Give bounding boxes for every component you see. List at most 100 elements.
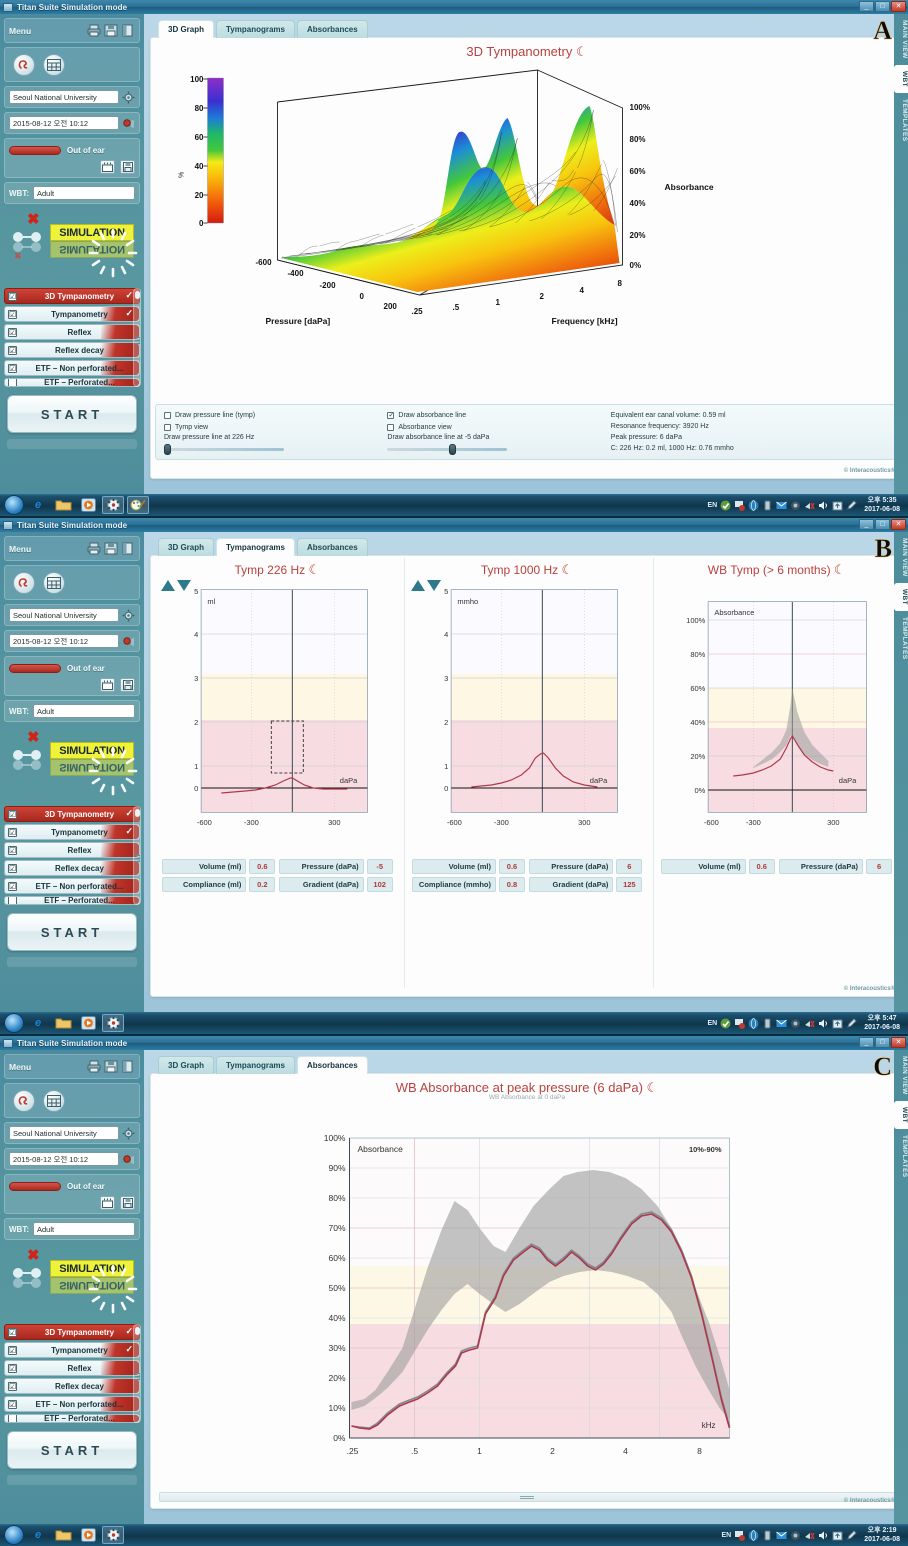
test-item-reflex[interactable]: ☑ Reflex [4,842,140,858]
window-controls[interactable]: _ □ ✕ [859,1,906,12]
print-icon[interactable] [87,24,101,37]
titan-suite-icon[interactable] [102,1526,124,1544]
exit-icon[interactable] [121,24,135,37]
ear-probe-icon[interactable] [13,1090,35,1112]
ie-icon[interactable]: e [27,496,49,514]
usb-icon[interactable] [762,1530,773,1541]
test-item-etf-perforated[interactable]: ETF – Perforated... [4,378,140,387]
slider-track[interactable] [387,448,508,451]
close-button[interactable]: ✕ [891,1,906,12]
mail-icon[interactable] [776,500,787,511]
wbt-select[interactable]: Adult [33,1222,135,1236]
record-icon[interactable] [122,635,135,648]
arrow-down-icon[interactable] [426,580,441,591]
gear-icon[interactable] [122,609,135,622]
horizontal-scrollbar[interactable] [159,1492,895,1502]
start-orb-icon[interactable] [4,1525,24,1545]
eject-disabled-icon[interactable] [804,1530,815,1541]
volume-icon[interactable] [818,1018,829,1029]
datetime-select[interactable]: 2015-08-12 오전 10:12 [9,116,119,130]
tab-tympanograms[interactable]: Tympanograms [216,538,295,556]
wbt-select[interactable]: Adult [33,704,135,718]
pen-icon[interactable] [846,1017,857,1029]
ie-icon[interactable]: e [27,1526,49,1544]
save-icon[interactable] [104,1060,118,1073]
add-session-button[interactable] [100,1196,115,1210]
maximize-button[interactable]: □ [875,1037,890,1048]
checkbox[interactable]: ☑ [8,809,17,819]
slider-knob[interactable] [449,444,457,455]
paint-icon[interactable] [127,496,149,514]
security-icon[interactable] [720,500,731,511]
network-icon[interactable] [748,1529,759,1541]
tab-3d-graph[interactable]: 3D Graph [158,1056,215,1074]
explorer-icon[interactable] [52,1526,74,1544]
slider-knob[interactable] [164,444,171,455]
checkbox[interactable]: ☑ [8,1327,17,1337]
minimize-button[interactable]: _ [859,1,874,12]
save-session-button[interactable] [120,1196,135,1210]
draw-pressure-line-row[interactable]: Draw pressure line (tymp) [164,410,387,421]
explorer-icon[interactable] [52,496,74,514]
checkbox[interactable]: ☑ [8,1345,17,1355]
tab-tympanograms[interactable]: Tympanograms [216,1056,295,1074]
flag-icon[interactable] [734,500,746,511]
network-icon[interactable] [748,499,759,511]
pen-icon[interactable] [846,499,857,511]
minimize-button[interactable]: _ [859,519,874,530]
clinic-select[interactable]: Seoul National University [9,1126,119,1140]
checkbox[interactable]: ☑ [8,1381,17,1391]
arrow-up-icon[interactable] [410,580,425,591]
checkbox[interactable] [8,1415,17,1422]
pen-icon[interactable] [846,1529,857,1541]
camera-icon[interactable] [790,500,801,511]
ear-probe-icon[interactable] [13,572,35,594]
absorbance-view-row[interactable]: Absorbance view [387,422,610,433]
vtab-wbt[interactable]: WBT [894,64,908,93]
gear-icon[interactable] [122,1127,135,1140]
media-player-icon[interactable] [77,496,99,514]
window-controls[interactable]: _ □ ✕ [859,519,906,530]
tab-tympanograms[interactable]: Tympanograms [216,20,295,38]
language-indicator[interactable]: EN [707,1020,717,1027]
add-session-button[interactable] [100,678,115,692]
clinic-select[interactable]: Seoul National University [9,608,119,622]
start-orb-icon[interactable] [4,495,24,515]
vtab-templates[interactable]: TEMPLATES [894,93,908,147]
scroll-grip[interactable] [520,1496,534,1499]
test-item-etf-non-perforated[interactable]: ☑ ETF – Non perforated... [4,878,140,894]
checkbox[interactable]: ☑ [8,363,17,373]
media-player-icon[interactable] [77,1014,99,1032]
language-indicator[interactable]: EN [707,502,717,509]
camera-icon[interactable] [790,1530,801,1541]
save-session-button[interactable] [120,160,135,174]
test-item-reflex-decay[interactable]: ☑ Reflex decay [4,860,140,876]
grid-icon[interactable] [43,1090,65,1112]
usb-icon[interactable] [762,1018,773,1029]
language-indicator[interactable]: EN [721,1532,731,1539]
media-player-icon[interactable] [77,1526,99,1544]
wbt-select[interactable]: Adult [33,186,135,200]
test-item-etf-perforated[interactable]: ETF – Perforated... [4,896,140,905]
explorer-icon[interactable] [52,1014,74,1032]
clock-b[interactable]: 오후 5:47 2017-06-08 [860,1014,900,1032]
checkbox[interactable]: ☑ [8,827,17,837]
window-controls[interactable]: _ □ ✕ [859,1037,906,1048]
eject-disabled-icon[interactable] [804,1018,815,1029]
test-item-tympanometry[interactable]: ☑ Tympanometry ✓ [4,1342,140,1358]
test-item-etf-non-perforated[interactable]: ☑ ETF – Non perforated... [4,1396,140,1412]
checkbox[interactable]: ✓ [387,412,395,419]
test-item-tympanometry[interactable]: ☑ Tympanometry ✓ [4,306,140,322]
slider-track[interactable] [164,448,284,451]
checkbox[interactable] [8,897,17,904]
start-button[interactable]: START [7,913,137,951]
checkbox[interactable] [164,424,171,431]
test-item-reflex[interactable]: ☑ Reflex [4,1360,140,1376]
menu-label[interactable]: Menu [9,544,84,554]
tymp-226-arrows[interactable] [161,580,191,591]
save-icon[interactable] [104,24,118,37]
minimize-button[interactable]: _ [859,1037,874,1048]
eject-disabled-icon[interactable] [804,500,815,511]
tymp-1000-arrows[interactable] [410,580,441,591]
maximize-button[interactable]: □ [875,1,890,12]
